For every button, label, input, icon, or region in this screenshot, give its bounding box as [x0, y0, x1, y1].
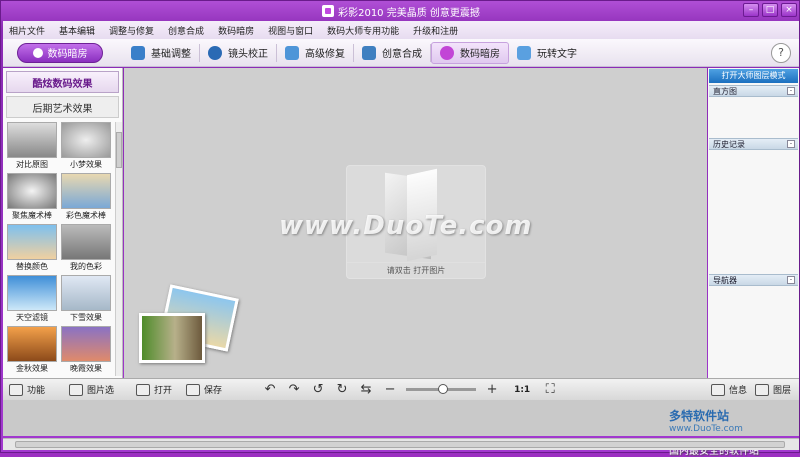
app-window: 彩影2010 完美晶质 创意更震撼 – □ × 相片文件 基本编辑 调整与修复 … — [0, 0, 800, 457]
decor-photo-bird — [139, 313, 205, 363]
section-navigator[interactable]: 导航器 - — [709, 274, 798, 286]
camera-icon — [136, 383, 151, 396]
effect-item[interactable]: 金秋效果 — [6, 326, 58, 376]
scroll-thumb[interactable] — [116, 132, 122, 168]
effect-preview — [7, 326, 57, 362]
open-hint: 请双击 打开图片 — [347, 262, 485, 278]
collapse-icon[interactable]: - — [787, 140, 795, 148]
effect-item[interactable]: 晚霞效果 — [60, 326, 112, 376]
open-button[interactable]: 打开 — [136, 383, 172, 396]
effect-item[interactable]: 天空滤镜 — [6, 275, 58, 325]
func-tab[interactable]: 功能 — [9, 383, 45, 396]
hand-icon — [517, 45, 531, 60]
wand-icon — [285, 45, 299, 60]
layer-icon — [754, 383, 769, 396]
effect-item[interactable]: 替换颜色 — [6, 224, 58, 274]
menu-view[interactable]: 视图与窗口 — [268, 24, 313, 37]
zoom-knob[interactable] — [438, 384, 449, 394]
effect-preview — [61, 173, 111, 209]
undo-icon[interactable]: ↶ — [263, 383, 277, 396]
layer-tab[interactable]: 图层 — [754, 383, 791, 396]
tool-advanced-repair[interactable]: 高级修复 — [277, 42, 353, 64]
effect-preview — [61, 275, 111, 311]
effect-preview — [7, 173, 57, 209]
tab-art-effects[interactable]: 后期艺术效果 — [6, 96, 119, 118]
darkroom-main-button[interactable]: 数码暗房 — [17, 42, 103, 63]
photos-tab[interactable]: 图片选 — [69, 383, 114, 396]
lens-icon — [208, 45, 222, 60]
collapse-icon[interactable]: - — [787, 276, 795, 284]
zoom-out-icon[interactable]: − — [383, 383, 397, 396]
photos-icon — [69, 383, 84, 396]
window-title: 彩影2010 完美晶质 创意更震撼 — [338, 7, 480, 19]
effects-panel: 酷炫数码效果 后期艺术效果 对比原图 小梦效果 聚焦魔术棒 彩色魔术棒 替换颜色… — [3, 68, 123, 378]
effect-item[interactable]: 小梦效果 — [60, 122, 112, 172]
menu-file[interactable]: 相片文件 — [9, 24, 45, 37]
watermark-text: www.DuoTe.com — [279, 211, 533, 241]
menu-adjust[interactable]: 调整与修复 — [109, 24, 154, 37]
effect-item[interactable]: 下雪效果 — [60, 275, 112, 325]
thumbnail-scrollbar[interactable] — [115, 122, 122, 376]
effect-preview — [7, 224, 57, 260]
rotate-left-icon[interactable]: ↺ — [311, 383, 325, 396]
collapse-icon[interactable]: - — [787, 87, 795, 95]
effect-item[interactable]: 聚焦魔术棒 — [6, 173, 58, 223]
app-logo-icon — [322, 5, 335, 17]
basic-adjust-icon — [131, 45, 145, 60]
main-toolbar: 数码暗房 基础调整 镜头校正 高级修复 创意合成 数码暗房 玩转文字 ? — [3, 39, 799, 67]
zoom-in-icon[interactable]: + — [485, 383, 499, 396]
menu-edit[interactable]: 基本编辑 — [59, 24, 95, 37]
info-icon — [710, 383, 725, 396]
effect-item[interactable]: 对比原图 — [6, 122, 58, 172]
minimize-button[interactable]: – — [743, 3, 759, 17]
rotate-right-icon[interactable]: ↻ — [335, 383, 349, 396]
effect-preview — [61, 224, 111, 260]
effect-preview — [7, 275, 57, 311]
tool-text[interactable]: 玩转文字 — [509, 42, 585, 64]
effect-preview — [61, 122, 111, 158]
right-panel: 打开大师图层模式 直方图 - 历史记录 - 导航器 - — [708, 68, 799, 378]
info-tab[interactable]: 信息 — [710, 383, 747, 396]
scroll-thumb[interactable] — [15, 441, 785, 448]
horizontal-scrollbar[interactable] — [3, 438, 799, 450]
save-icon — [186, 383, 201, 396]
title-bar: 彩影2010 完美晶质 创意更震撼 – □ × — [1, 1, 800, 21]
darkroom-icon — [32, 47, 43, 58]
menu-master[interactable]: 数码大师专用功能 — [327, 24, 399, 37]
menu-compose[interactable]: 创意合成 — [168, 24, 204, 37]
menu-darkroom[interactable]: 数码暗房 — [218, 24, 254, 37]
actual-size-button[interactable]: 1:1 — [514, 385, 530, 395]
menu-upgrade[interactable]: 升级和注册 — [413, 24, 458, 37]
redo-icon[interactable]: ↷ — [287, 383, 301, 396]
effect-item[interactable]: 我的色彩 — [60, 224, 112, 274]
section-histogram[interactable]: 直方图 - — [709, 85, 798, 97]
fit-screen-icon[interactable]: ⛶ — [543, 383, 557, 396]
section-history[interactable]: 历史记录 - — [709, 138, 798, 150]
help-icon[interactable]: ? — [771, 43, 791, 63]
panel-icon — [9, 383, 23, 396]
tab-cool-effects[interactable]: 酷炫数码效果 — [6, 71, 119, 93]
save-button[interactable]: 保存 — [186, 383, 222, 396]
effect-preview — [61, 326, 111, 362]
maximize-button[interactable]: □ — [762, 3, 778, 17]
window-controls: – □ × — [743, 3, 797, 17]
flip-icon[interactable]: ⇆ — [359, 383, 373, 396]
close-button[interactable]: × — [781, 3, 797, 17]
tool-creative-compose[interactable]: 创意合成 — [354, 42, 430, 64]
zoom-slider[interactable] — [406, 384, 477, 394]
darkroom-tool-icon — [440, 45, 454, 60]
tool-basic-adjust[interactable]: 基础调整 — [123, 42, 199, 64]
effect-preview — [7, 122, 57, 158]
layer-mode-button[interactable]: 打开大师图层模式 — [709, 69, 798, 83]
tool-lens-correct[interactable]: 镜头校正 — [200, 42, 276, 64]
person-icon — [362, 45, 376, 60]
bottom-toolbar: 功能 图片选 打开 保存 ↶ ↷ ↺ ↻ ⇆ − + 1:1 ⛶ 信息 图层 — [3, 378, 799, 400]
menu-bar: 相片文件 基本编辑 调整与修复 创意合成 数码暗房 视图与窗口 数码大师专用功能… — [3, 21, 799, 39]
effect-item[interactable]: 彩色魔术棒 — [60, 173, 112, 223]
tool-darkroom[interactable]: 数码暗房 — [431, 41, 509, 64]
